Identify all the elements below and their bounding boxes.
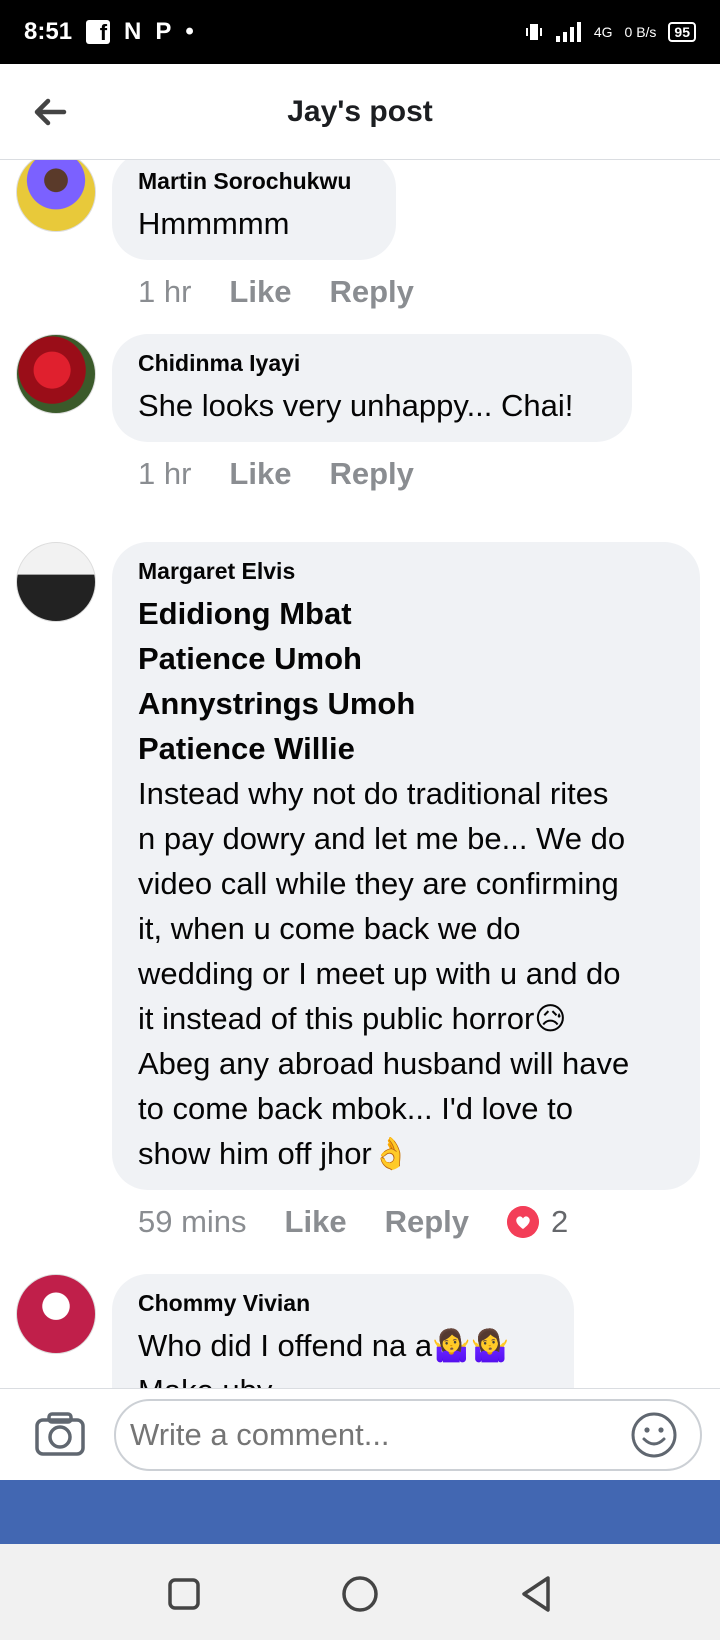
comment-text-line: it, when u come back we do [138, 911, 521, 946]
reaction-summary[interactable]: 2 [507, 1204, 568, 1240]
comment-bubble[interactable]: Martin Sorochukwu Hmmmmm [112, 160, 396, 260]
comment-text: Hmmmmm [138, 206, 290, 241]
comment-time[interactable]: 1 hr [138, 274, 191, 310]
tagged-user[interactable]: Edidiong Mbat [138, 591, 674, 636]
comment-text-line: Instead why not do traditional rites [138, 776, 609, 811]
facebook-icon: f [86, 20, 111, 45]
notification-icons: f N P • [86, 18, 194, 46]
home-icon[interactable] [340, 1574, 380, 1614]
comment-text-line: wedding or I meet up with u and do [138, 956, 621, 991]
comment-text-line: Abeg any abroad husband will have [138, 1046, 630, 1081]
battery-icon: 95 [668, 22, 696, 42]
comment-text-line: Make uby [138, 1368, 548, 1388]
comment-text-line: it instead of this public horror😥 [138, 1001, 567, 1036]
p-notification-icon: P [155, 18, 172, 45]
tagged-user[interactable]: Patience Willie [138, 726, 674, 771]
status-bar: 8:51 f N P • 4G 0 B/s 95 [0, 0, 720, 64]
status-time: 8:51 [24, 18, 73, 45]
tagged-user[interactable]: Annystrings Umoh [138, 681, 674, 726]
arrow-left-icon[interactable] [28, 90, 72, 134]
reaction-count: 2 [551, 1204, 569, 1239]
like-button[interactable]: Like [229, 456, 291, 492]
system-indicators: 4G 0 B/s 95 [524, 22, 696, 42]
comment-text-line: video call while they are confirming [138, 866, 619, 901]
camera-icon[interactable] [34, 1411, 86, 1457]
tagged-user[interactable]: Patience Umoh [138, 636, 674, 681]
love-heart-icon [507, 1206, 539, 1238]
comment-composer [0, 1388, 720, 1480]
comment-text-line: Who did I offend na a🤷‍♀️🤷‍♀️ [138, 1328, 510, 1363]
comment-time[interactable]: 59 mins [138, 1204, 247, 1240]
comment-bubble[interactable]: Margaret Elvis Edidiong Mbat Patience Um… [112, 542, 700, 1190]
reply-button[interactable]: Reply [329, 456, 413, 492]
comment-author[interactable]: Martin Sorochukwu [138, 168, 370, 195]
avatar[interactable] [16, 334, 96, 414]
avatar[interactable] [16, 160, 96, 232]
avatar[interactable] [16, 1274, 96, 1354]
comment-input[interactable] [114, 1399, 702, 1471]
like-button[interactable]: Like [285, 1204, 347, 1240]
comment-author[interactable]: Margaret Elvis [138, 558, 674, 585]
page-title: Jay's post [287, 94, 433, 128]
dot-icon: • [185, 18, 194, 45]
smiley-icon[interactable] [630, 1411, 678, 1459]
comments-list[interactable]: Martin Sorochukwu Hmmmmm 1 hr Like Reply… [0, 160, 720, 1388]
avatar[interactable] [16, 542, 96, 622]
vibrate-icon [525, 24, 542, 40]
network-type: 4G [593, 24, 613, 40]
recent-apps-icon[interactable] [164, 1574, 204, 1614]
comment-time[interactable]: 1 hr [138, 456, 191, 492]
system-nav-bar [0, 1544, 720, 1640]
comment-text-line: to come back mbok... I'd love to [138, 1091, 573, 1126]
comment-actions: 1 hr Like Reply [138, 456, 452, 492]
comment-author[interactable]: Chidinma Iyayi [138, 350, 606, 377]
n-notification-icon: N [124, 18, 142, 45]
post-header: Jay's post [0, 64, 720, 160]
comment-author[interactable]: Chommy Vivian [138, 1290, 548, 1317]
comment-actions: 1 hr Like Reply [138, 274, 452, 310]
comment-bubble[interactable]: Chommy Vivian Who did I offend na a🤷‍♀️🤷… [112, 1274, 574, 1388]
comment-text: She looks very unhappy... Chai! [138, 388, 574, 423]
comment-bubble[interactable]: Chidinma Iyayi She looks very unhappy...… [112, 334, 632, 442]
reply-button[interactable]: Reply [329, 274, 413, 310]
comment-text-line: show him off jhor👌 [138, 1136, 411, 1171]
network-speed: 0 B/s [624, 24, 657, 40]
signal-icon [555, 22, 581, 42]
comment-text-line: n pay dowry and let me be... We do [138, 821, 626, 856]
brand-band [0, 1480, 720, 1544]
reply-button[interactable]: Reply [385, 1204, 469, 1240]
back-icon[interactable] [516, 1574, 556, 1614]
like-button[interactable]: Like [229, 274, 291, 310]
comment-actions: 59 mins Like Reply 2 [138, 1204, 568, 1240]
